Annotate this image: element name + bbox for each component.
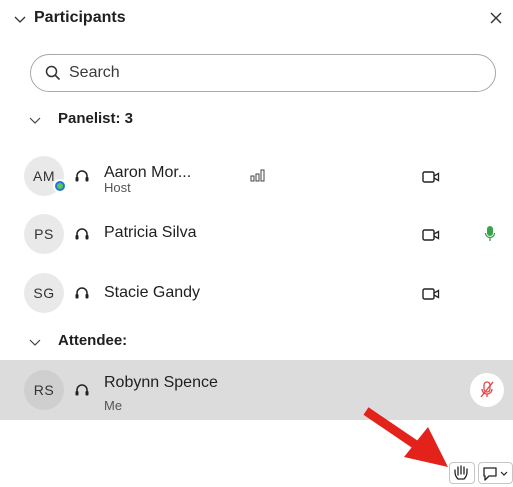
participant-row[interactable]: PS Patricia Silva <box>0 204 513 264</box>
participant-row[interactable]: SG Stacie Gandy <box>0 263 513 323</box>
reactions-button[interactable] <box>478 462 513 484</box>
participants-header: Participants <box>0 0 513 40</box>
avatar: RS <box>24 370 64 410</box>
presence-status-icon <box>53 179 67 193</box>
participant-name: Stacie Gandy <box>104 284 201 301</box>
participant-role: Host <box>104 180 131 195</box>
headset-icon <box>75 287 89 299</box>
panelist-section-header[interactable]: Panelist: 3 <box>0 106 513 134</box>
search-input[interactable] <box>69 61 479 85</box>
search-box[interactable] <box>30 54 496 92</box>
headset-icon <box>75 170 89 182</box>
participant-role: Me <box>104 398 123 413</box>
microphone-active-icon[interactable] <box>484 225 496 243</box>
attendee-section-label: Attendee: <box>58 332 128 349</box>
headset-icon <box>75 384 89 396</box>
attendee-section-header[interactable]: Attendee: <box>0 328 513 356</box>
volume-bars-icon <box>250 169 265 182</box>
participant-name: Patricia Silva <box>104 224 197 241</box>
video-camera-icon[interactable] <box>422 287 440 301</box>
microphone-muted-icon <box>480 381 494 398</box>
chevron-down-icon <box>500 471 508 476</box>
raise-hand-icon <box>454 465 468 480</box>
chevron-down-icon[interactable] <box>28 113 42 127</box>
participant-row[interactable]: AM Aaron Mor... Host <box>0 146 513 206</box>
panelist-section-label: Panelist: 3 <box>58 110 134 127</box>
panel-title: Participants <box>34 9 126 26</box>
avatar: SG <box>24 273 64 313</box>
avatar: PS <box>24 214 64 254</box>
close-icon[interactable] <box>487 9 505 27</box>
search-icon <box>45 65 61 81</box>
video-camera-icon[interactable] <box>422 170 440 184</box>
annotation-arrow <box>363 407 448 467</box>
headset-icon <box>75 228 89 240</box>
reactions-icon <box>483 467 508 481</box>
chevron-down-icon[interactable] <box>12 11 28 27</box>
unmute-button[interactable] <box>470 373 504 407</box>
video-camera-icon[interactable] <box>422 228 440 242</box>
chevron-down-icon[interactable] <box>28 335 42 349</box>
participant-name: Robynn Spence <box>104 374 218 391</box>
raise-hand-button[interactable] <box>449 462 475 484</box>
